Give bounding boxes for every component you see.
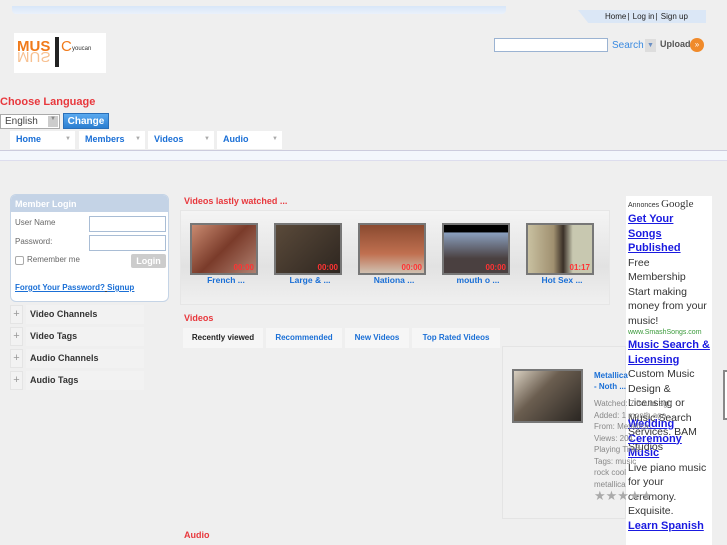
- nav-members[interactable]: Members ▼: [79, 131, 145, 149]
- duration: 00:00: [233, 263, 254, 272]
- plus-icon[interactable]: +: [10, 305, 23, 324]
- chevron-down-icon: ▼: [135, 136, 141, 142]
- sidebar-audio-channels[interactable]: + Audio Channels: [10, 349, 144, 368]
- upload-icon[interactable]: »: [690, 38, 704, 52]
- duration: 00:00: [485, 263, 506, 272]
- video-title-link[interactable]: Metallica - Noth ...: [594, 370, 628, 392]
- svg-text:C: C: [61, 38, 72, 55]
- password-input[interactable]: [89, 235, 166, 251]
- upload-link[interactable]: Upload: [660, 39, 691, 49]
- tab-recommended[interactable]: Recommended: [266, 328, 342, 348]
- video-title-link[interactable]: Nationa ...: [360, 275, 428, 285]
- video-thumbnail[interactable]: 00:00: [274, 223, 342, 275]
- signup-link[interactable]: Signup: [107, 283, 134, 292]
- sidebar-video-channels[interactable]: + Video Channels: [10, 305, 144, 324]
- top-links: Home| Log in| Sign up: [578, 10, 706, 23]
- home-link[interactable]: Home: [605, 12, 626, 21]
- login-title: Member Login: [11, 195, 168, 212]
- nav-label: Audio: [223, 134, 249, 144]
- nav-divider: [0, 150, 727, 161]
- svg-text:MUS: MUS: [17, 48, 50, 65]
- search-button[interactable]: Search: [612, 40, 644, 51]
- video-title-link[interactable]: French ...: [192, 275, 260, 285]
- plus-icon[interactable]: +: [10, 349, 23, 368]
- sidebar-label: Audio Tags: [26, 371, 144, 390]
- nav-label: Home: [16, 134, 42, 144]
- sidebar-video-tags[interactable]: + Video Tags: [10, 327, 144, 346]
- login-button[interactable]: Login: [131, 254, 166, 268]
- chevron-down-icon: ▼: [48, 116, 58, 127]
- duration: 00:00: [401, 263, 422, 272]
- video-thumbnail[interactable]: 00:00: [190, 223, 258, 275]
- sidebar-label: Video Channels: [26, 305, 144, 324]
- remember-checkbox[interactable]: [15, 256, 24, 265]
- added: Added: 1 month ago: [594, 410, 667, 420]
- language-title: Choose Language: [0, 96, 96, 108]
- nav-label: Videos: [154, 134, 184, 144]
- rating-stars[interactable]: ★★★★★: [594, 489, 727, 501]
- video-thumbnail[interactable]: 01:17: [526, 223, 594, 275]
- videos-title: Videos: [184, 313, 214, 323]
- ad-link[interactable]: Learn Spanish: [628, 520, 704, 532]
- video-card: Metallica - Noth ... Watched: 7 hours ag…: [502, 346, 672, 519]
- chevron-down-icon: ▼: [65, 136, 71, 142]
- nav-home[interactable]: Home ▼: [10, 131, 75, 149]
- top-bar: [12, 6, 506, 14]
- recent-videos-strip: 00:00 French ... 00:00 Large & ... 00:00…: [180, 210, 610, 305]
- search-input[interactable]: [494, 38, 608, 52]
- google-logo: Google: [661, 198, 694, 210]
- nav-audio[interactable]: Audio ▼: [217, 131, 282, 149]
- tab-recently-viewed[interactable]: Recently viewed: [183, 328, 263, 348]
- ads-header: Annonces Google: [628, 198, 694, 210]
- member-login-box: Member Login User Name Password: Remembe…: [10, 194, 169, 302]
- logo[interactable]: MUS Cyoucan MUS: [14, 33, 106, 73]
- change-button[interactable]: Change: [63, 113, 109, 129]
- playing-time: Playing Time:: [594, 445, 643, 454]
- language-value: English: [5, 116, 38, 127]
- chevron-down-icon: ▼: [204, 136, 210, 142]
- tab-new-videos[interactable]: New Videos: [345, 328, 409, 348]
- video-title-link[interactable]: Hot Sex ...: [528, 275, 596, 285]
- sidebar-audio-tags[interactable]: + Audio Tags: [10, 371, 144, 390]
- username-label: User Name: [15, 218, 56, 227]
- login-link[interactable]: Log in: [633, 12, 655, 21]
- duration: 01:17: [569, 263, 590, 272]
- remember-label: Remember me: [27, 255, 80, 264]
- password-label: Password:: [15, 237, 53, 246]
- audio-title: Audio: [184, 530, 210, 540]
- video-info: Metallica - Noth ... Watched: 7 hours ag…: [594, 370, 727, 502]
- sidebar-label: Video Tags: [26, 327, 144, 346]
- ad-link[interactable]: Music Search & Licensing: [628, 339, 710, 366]
- forgot-password-link[interactable]: Forgot Your Password?: [15, 283, 105, 292]
- recent-title: Videos lastly watched ...: [184, 196, 288, 206]
- svg-text:youcan: youcan: [72, 46, 91, 52]
- chevron-down-icon: ▼: [272, 136, 278, 142]
- plus-icon[interactable]: +: [10, 327, 23, 346]
- username-input[interactable]: [89, 216, 166, 232]
- duration: 00:00: [317, 263, 338, 272]
- views: Views: 204: [594, 433, 633, 443]
- from: From: Metallica: [594, 422, 649, 431]
- ad-url[interactable]: www.SmashSongs.com: [628, 328, 710, 338]
- language-select[interactable]: English ▼: [0, 114, 60, 129]
- plus-icon[interactable]: +: [10, 371, 23, 390]
- tags: Tags: music rock cool metallica: [594, 456, 637, 489]
- video-title-link[interactable]: mouth o ...: [444, 275, 512, 285]
- video-thumbnail[interactable]: 00:00: [358, 223, 426, 275]
- ad-text: Free Membership Start making money from …: [628, 256, 707, 327]
- nav-label: Members: [85, 134, 125, 144]
- sidebar-label: Audio Channels: [26, 349, 144, 368]
- video-thumbnail[interactable]: 00:00: [442, 223, 510, 275]
- signup-link[interactable]: Sign up: [661, 12, 688, 21]
- login-links: Forgot Your Password? Signup: [15, 283, 134, 292]
- watched: Watched: 7 hours ago: [594, 399, 672, 408]
- ad-link[interactable]: Get Your Songs Published: [628, 213, 681, 254]
- search-dropdown-icon[interactable]: ▼: [645, 39, 656, 52]
- video-title-link[interactable]: Large & ...: [276, 275, 344, 285]
- video-thumbnail[interactable]: [512, 369, 583, 423]
- nav-videos[interactable]: Videos ▼: [148, 131, 214, 149]
- tab-top-rated[interactable]: Top Rated Videos: [412, 328, 500, 348]
